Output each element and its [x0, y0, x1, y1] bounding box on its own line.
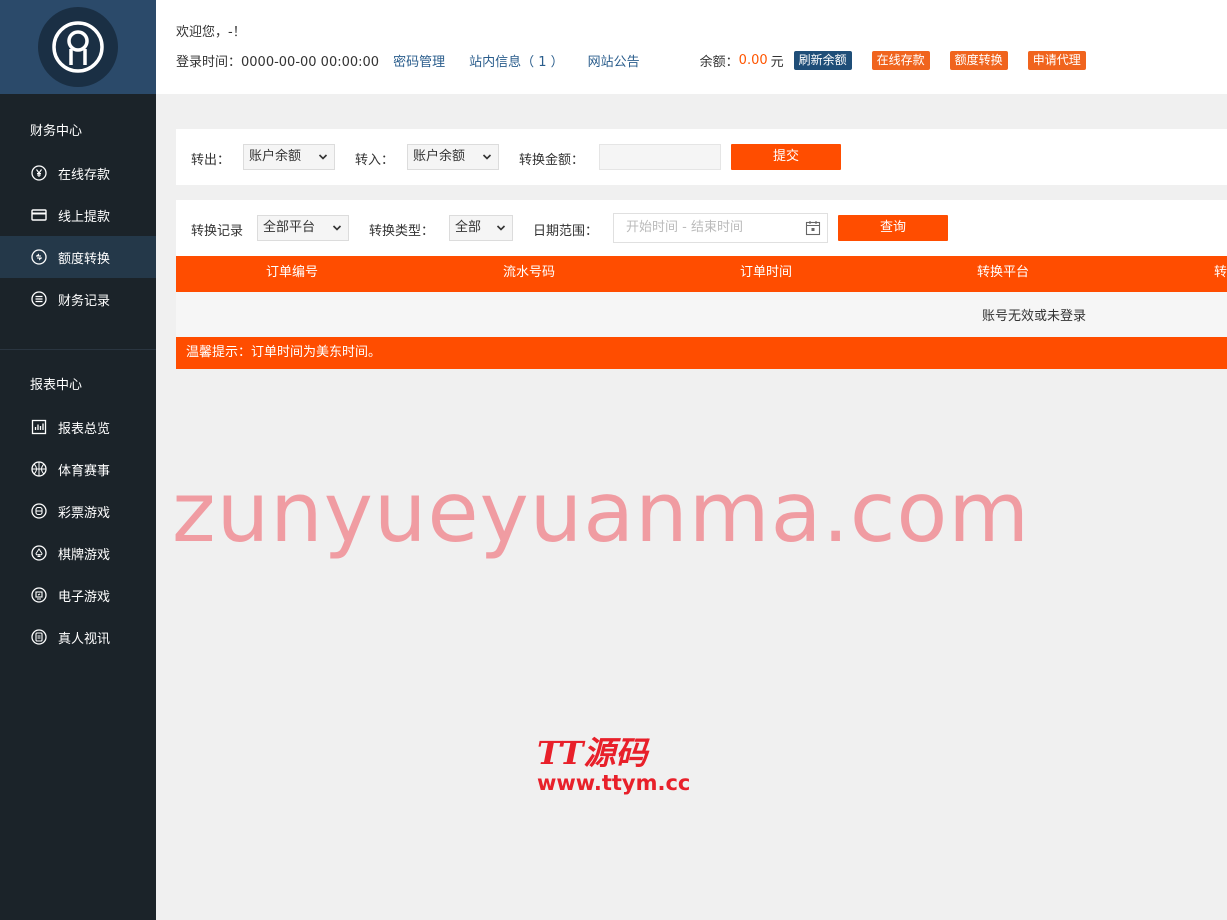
messages-link[interactable]: 站内信息（ 1 ） — [469, 51, 564, 70]
user-icon — [52, 21, 104, 73]
sidebar-item-label: 额度转换 — [58, 251, 111, 267]
calendar-icon[interactable] — [805, 220, 821, 236]
sidebar-item-label: 财务记录 — [58, 293, 111, 309]
query-button[interactable]: 查询 — [838, 215, 948, 241]
sidebar-item-chess[interactable]: 棋牌游戏 — [0, 532, 156, 574]
welcome-text: 欢迎您，-！ — [176, 25, 246, 40]
transfer-amount-input[interactable] — [599, 144, 721, 170]
date-range-placeholder: 开始时间 - 结束时间 — [626, 220, 743, 235]
date-range-label: 日期范围： — [533, 224, 599, 239]
avatar[interactable] — [38, 7, 118, 87]
transfer-out-select[interactable]: 账户余额 — [243, 144, 335, 170]
login-time: 登录时间：0000-00-00 00:00:00 — [176, 54, 380, 70]
card-icon — [30, 206, 48, 224]
column-serial-no: 流水号码 — [503, 265, 556, 280]
lottery-icon — [30, 502, 48, 520]
balance-label: 余额： — [699, 54, 739, 70]
type-label: 转换类型： — [369, 224, 435, 239]
transfer-in-value: 账户余额 — [413, 149, 466, 164]
column-transfer-truncated: 转 — [1214, 265, 1227, 280]
live-icon — [30, 628, 48, 646]
yen-circle-icon — [30, 164, 48, 182]
sidebar-item-label: 报表总览 — [58, 421, 111, 437]
watermark-text: zunyueyuanma.com — [172, 464, 1031, 561]
sidebar-item-label: 线上提款 — [58, 209, 111, 225]
list-circle-icon — [30, 290, 48, 308]
balance-unit: 元 — [770, 54, 784, 70]
sidebar-item-label: 棋牌游戏 — [58, 547, 111, 563]
sidebar-item-label: 电子游戏 — [58, 589, 111, 605]
header: 欢迎您，-！ 登录时间：0000-00-00 00:00:00 密码管理 站内信… — [156, 0, 1227, 94]
transfer-button[interactable]: 额度转换 — [949, 50, 1008, 70]
transfer-out-value: 账户余额 — [249, 149, 302, 164]
notice-link[interactable]: 网站公告 — [588, 51, 640, 70]
chevron-down-icon — [496, 225, 506, 231]
sidebar-item-withdraw[interactable]: 线上提款 — [0, 194, 156, 236]
section-title-finance: 财务中心 — [30, 124, 83, 139]
sidebar: 财务中心 在线存款 线上提款 额度转换 财务记录 报表中心 报表总览 体育赛事 … — [0, 0, 156, 920]
column-order-no: 订单编号 — [266, 265, 319, 280]
balance-value: 0.00 — [738, 52, 768, 68]
avatar-area — [0, 0, 156, 94]
type-value: 全部 — [455, 220, 482, 235]
deposit-button[interactable]: 在线存款 — [871, 50, 930, 70]
chevron-down-icon — [318, 154, 328, 160]
platform-value: 全部平台 — [263, 220, 316, 235]
sidebar-item-label: 真人视讯 — [58, 631, 111, 647]
watermark-logo: TT源码 www.ttym.cc — [537, 734, 691, 795]
apply-agent-button[interactable]: 申请代理 — [1027, 50, 1086, 70]
column-order-time: 订单时间 — [740, 265, 793, 280]
slot-icon — [30, 586, 48, 604]
tip-bar: 温馨提示：订单时间为美东时间。 — [176, 337, 1227, 369]
empty-message: 账号无效或未登录 — [982, 309, 1087, 324]
header-info-row: 登录时间：0000-00-00 00:00:00 密码管理 站内信息（ 1 ） … — [176, 50, 1086, 70]
sidebar-item-deposit[interactable]: 在线存款 — [0, 152, 156, 194]
sidebar-item-slots[interactable]: 电子游戏 — [0, 574, 156, 616]
transfer-in-label: 转入： — [355, 153, 395, 168]
records-table-header: 订单编号 流水号码 订单时间 转换平台 转 — [176, 256, 1227, 292]
reports-nav: 报表总览 体育赛事 彩票游戏 棋牌游戏 电子游戏 真人视讯 — [0, 406, 156, 658]
sidebar-item-label: 彩票游戏 — [58, 505, 111, 521]
transfer-form: 转出： 账户余额 转入： 账户余额 转换金额： 提交 — [176, 129, 1227, 185]
password-link[interactable]: 密码管理 — [393, 51, 445, 70]
transfer-in-select[interactable]: 账户余额 — [407, 144, 499, 170]
records-table-body: 账号无效或未登录 — [176, 292, 1227, 337]
sidebar-item-live[interactable]: 真人视讯 — [0, 616, 156, 658]
date-range-input[interactable]: 开始时间 - 结束时间 — [613, 213, 828, 243]
basketball-icon — [30, 460, 48, 478]
sidebar-item-label: 体育赛事 — [58, 463, 111, 479]
watermark-logo-title: TT源码 — [537, 734, 648, 772]
sidebar-item-report-overview[interactable]: 报表总览 — [0, 406, 156, 448]
platform-select[interactable]: 全部平台 — [257, 215, 349, 241]
transfer-amount-label: 转换金额： — [519, 153, 585, 168]
watermark-logo-url: www.ttym.cc — [537, 771, 691, 795]
transfer-out-label: 转出： — [191, 153, 231, 168]
sidebar-item-lottery[interactable]: 彩票游戏 — [0, 490, 156, 532]
exchange-circle-icon — [30, 248, 48, 266]
section-title-reports: 报表中心 — [30, 378, 83, 393]
submit-button[interactable]: 提交 — [731, 144, 841, 170]
refresh-balance-button[interactable]: 刷新余额 — [793, 50, 852, 70]
spade-icon — [30, 544, 48, 562]
sidebar-item-transfer[interactable]: 额度转换 — [0, 236, 156, 278]
type-select[interactable]: 全部 — [449, 215, 513, 241]
record-label: 转换记录 — [191, 224, 244, 239]
chevron-down-icon — [482, 154, 492, 160]
chevron-down-icon — [332, 225, 342, 231]
sidebar-item-label: 在线存款 — [58, 167, 111, 183]
sidebar-item-sports[interactable]: 体育赛事 — [0, 448, 156, 490]
chart-icon — [30, 418, 48, 436]
finance-nav: 在线存款 线上提款 额度转换 财务记录 — [0, 152, 156, 320]
sidebar-item-records[interactable]: 财务记录 — [0, 278, 156, 320]
sidebar-divider — [0, 349, 156, 350]
records-filter: 转换记录 全部平台 转换类型： 全部 日期范围： 开始时间 - 结束时间 查询 — [176, 200, 1227, 256]
column-platform: 转换平台 — [977, 265, 1030, 280]
